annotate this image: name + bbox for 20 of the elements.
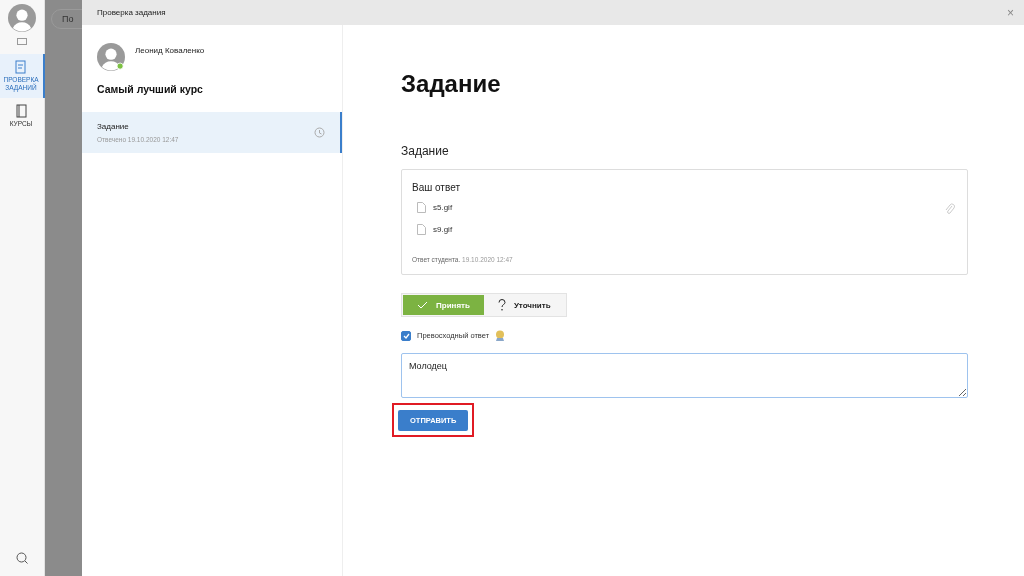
question-mark-icon xyxy=(497,299,506,311)
avatar[interactable] xyxy=(8,4,36,32)
checkbox[interactable] xyxy=(401,330,411,341)
file-icon xyxy=(417,201,426,213)
file-link[interactable]: s9.gif xyxy=(433,224,453,234)
check-icon xyxy=(417,301,428,309)
course-title: Самый лучший курс xyxy=(96,82,204,97)
medal-icon xyxy=(495,330,506,341)
page-heading: Задание xyxy=(401,70,501,98)
modal-title: Проверка задания xyxy=(97,8,166,17)
file-link[interactable]: s5.gif xyxy=(433,202,453,212)
paperclip-icon[interactable] xyxy=(945,203,955,215)
comment-field[interactable]: Молодец xyxy=(401,353,968,398)
clock-icon xyxy=(314,127,325,138)
answer-title: Ваш ответ xyxy=(412,182,461,193)
section-title: Задание xyxy=(401,144,449,158)
student-name: Леонид Коваленко xyxy=(135,46,205,57)
file-icon xyxy=(417,223,426,235)
book-icon xyxy=(15,103,27,118)
monitor-icon xyxy=(17,38,27,46)
